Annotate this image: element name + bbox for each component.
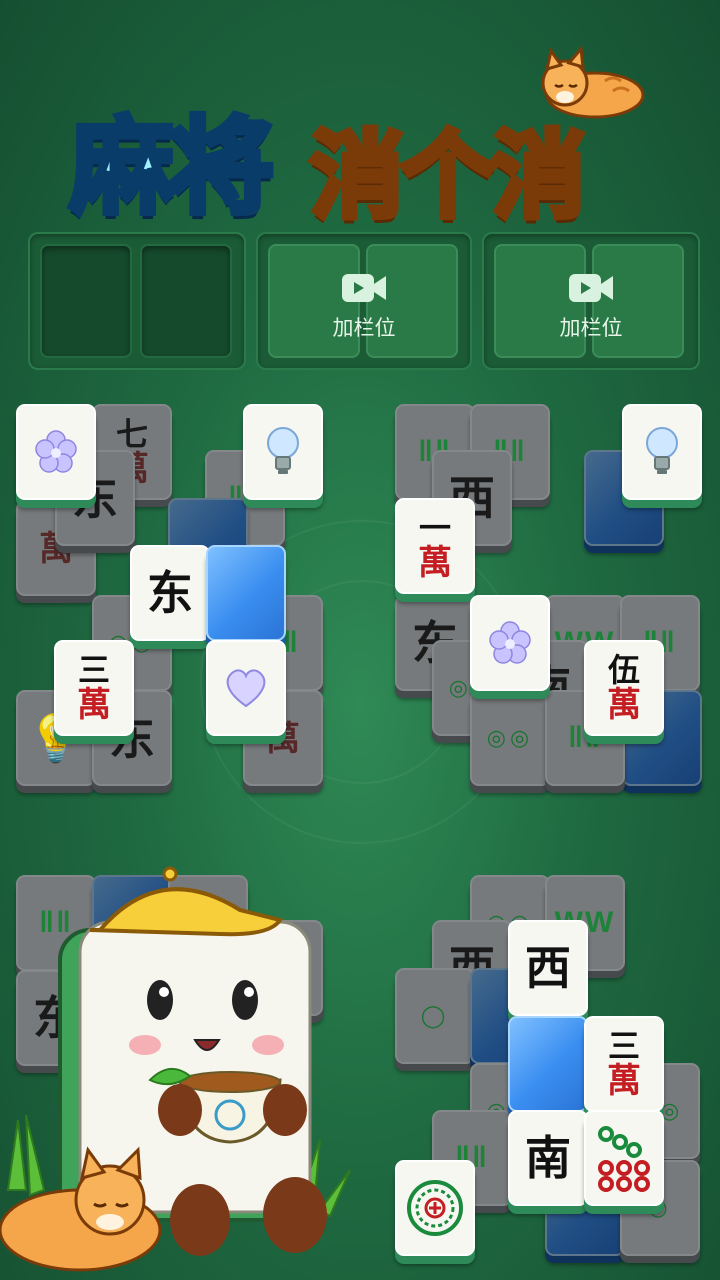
circle-dots-icon: ◯ bbox=[420, 1003, 450, 1028]
tile-character: 三 bbox=[77, 651, 110, 689]
five-wan-tile[interactable]: 伍 萬 bbox=[584, 640, 664, 736]
tile-character: 东 bbox=[147, 566, 193, 620]
lightbulb-tile[interactable] bbox=[622, 404, 702, 500]
tile-tray-left bbox=[28, 232, 246, 370]
lightbulb-icon bbox=[646, 427, 678, 474]
logo-text-xiaogexiao: 消个消 bbox=[307, 119, 589, 234]
tile-character: 三 bbox=[607, 1027, 640, 1065]
tile-wan: 萬 bbox=[607, 685, 641, 725]
mahjong-mascot-character bbox=[0, 866, 351, 1272]
one-circle-tile[interactable] bbox=[395, 1160, 475, 1256]
tile-wan: 萬 bbox=[77, 685, 111, 725]
blue-tile[interactable] bbox=[206, 545, 286, 641]
flower-icon bbox=[35, 430, 77, 473]
circles-tile[interactable] bbox=[584, 1110, 664, 1206]
three-wan-tile[interactable]: 三 萬 bbox=[54, 640, 134, 736]
mahjong-tile: ◯ bbox=[395, 968, 475, 1064]
circle-dots-icon: ◎◎ bbox=[486, 725, 534, 750]
tray-slot-1 bbox=[40, 244, 132, 358]
heart-icon bbox=[226, 669, 266, 708]
mahjong-tile: ◎◎ bbox=[470, 690, 550, 786]
sleeping-cat-icon bbox=[541, 45, 645, 119]
south-tile[interactable]: 南 bbox=[508, 1110, 588, 1206]
add-slot-label-2: 加栏位 bbox=[559, 317, 623, 340]
video-ad-icon bbox=[342, 274, 386, 302]
blue-tile[interactable] bbox=[508, 1016, 588, 1112]
logo-text-majiang: 麻将 bbox=[67, 103, 277, 231]
heart-tile[interactable] bbox=[206, 640, 286, 736]
tile-character: 七 bbox=[115, 415, 148, 453]
tile-wan: 萬 bbox=[418, 543, 452, 583]
tile-tray-middle: 加栏位 bbox=[256, 232, 472, 370]
tile-tray-right: 加栏位 bbox=[482, 232, 700, 370]
one-wan-tile[interactable]: 一 萬 bbox=[395, 498, 475, 594]
add-slot-label-1: 加栏位 bbox=[332, 317, 396, 340]
flower-icon bbox=[489, 621, 531, 664]
add-slot-button-1[interactable]: 加栏位 bbox=[258, 270, 470, 342]
tile-character: 伍 bbox=[607, 651, 640, 689]
tray-slot-2 bbox=[140, 244, 232, 358]
tile-character: 西 bbox=[525, 941, 571, 995]
east-tile[interactable]: 东 bbox=[130, 545, 210, 641]
flower-tile[interactable] bbox=[470, 595, 550, 691]
circle-dots-icon bbox=[598, 1126, 650, 1192]
three-wan-tile[interactable]: 三 萬 bbox=[584, 1016, 664, 1112]
flower-tile[interactable] bbox=[16, 404, 96, 500]
add-slot-button-2[interactable]: 加栏位 bbox=[484, 270, 698, 342]
lightbulb-icon bbox=[267, 427, 299, 474]
tile-character: 一 bbox=[418, 509, 451, 547]
tile-character: 南 bbox=[525, 1131, 571, 1185]
one-circle-icon bbox=[407, 1180, 463, 1236]
west-tile[interactable]: 西 bbox=[508, 920, 588, 1016]
video-ad-icon bbox=[569, 274, 613, 302]
tile-wan: 萬 bbox=[607, 1061, 641, 1101]
lightbulb-tile[interactable] bbox=[243, 404, 323, 500]
